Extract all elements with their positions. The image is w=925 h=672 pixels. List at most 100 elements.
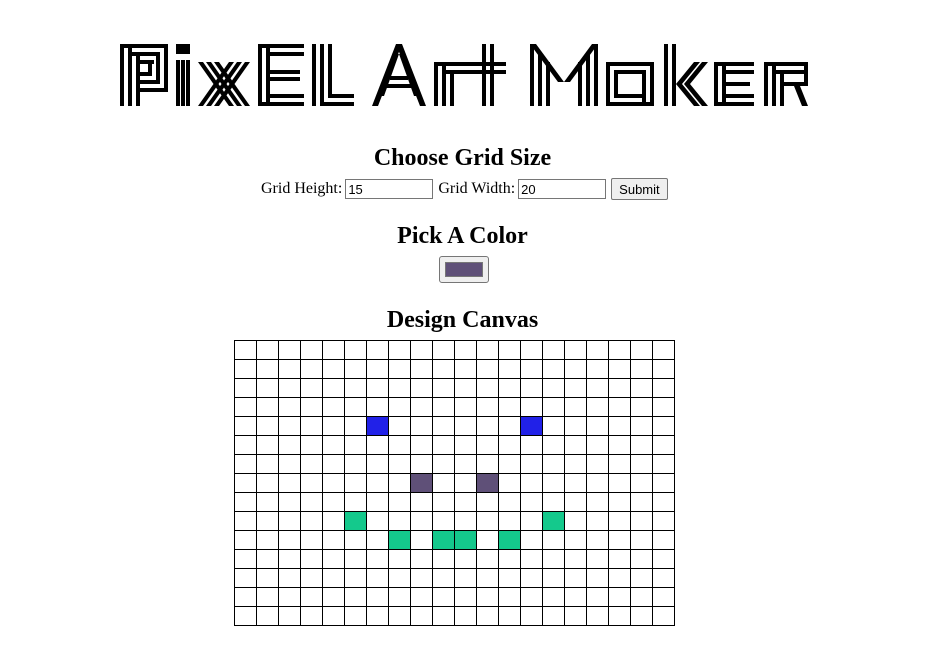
pixel-cell[interactable]: [344, 568, 367, 588]
pixel-cell[interactable]: [630, 492, 653, 512]
pixel-cell[interactable]: [564, 454, 587, 474]
pixel-cell[interactable]: [234, 606, 257, 626]
pixel-cell[interactable]: [542, 473, 565, 493]
pixel-cell[interactable]: [410, 473, 433, 493]
pixel-cell[interactable]: [564, 416, 587, 436]
pixel-cell[interactable]: [388, 378, 411, 398]
pixel-cell[interactable]: [278, 492, 301, 512]
submit-button[interactable]: Submit: [611, 178, 668, 200]
pixel-cell[interactable]: [366, 340, 389, 360]
pixel-cell[interactable]: [278, 397, 301, 417]
pixel-cell[interactable]: [256, 416, 279, 436]
pixel-cell[interactable]: [322, 340, 345, 360]
pixel-cell[interactable]: [652, 606, 675, 626]
pixel-cell[interactable]: [432, 606, 455, 626]
pixel-cell[interactable]: [564, 530, 587, 550]
pixel-cell[interactable]: [498, 359, 521, 379]
pixel-cell[interactable]: [454, 492, 477, 512]
pixel-cell[interactable]: [498, 568, 521, 588]
pixel-cell[interactable]: [256, 340, 279, 360]
pixel-cell[interactable]: [520, 568, 543, 588]
pixel-cell[interactable]: [564, 359, 587, 379]
pixel-cell[interactable]: [432, 549, 455, 569]
pixel-cell[interactable]: [586, 435, 609, 455]
pixel-cell[interactable]: [322, 416, 345, 436]
pixel-cell[interactable]: [542, 530, 565, 550]
pixel-cell[interactable]: [322, 473, 345, 493]
pixel-cell[interactable]: [476, 568, 499, 588]
pixel-cell[interactable]: [234, 473, 257, 493]
pixel-cell[interactable]: [278, 549, 301, 569]
pixel-cell[interactable]: [586, 378, 609, 398]
pixel-cell[interactable]: [388, 549, 411, 569]
pixel-cell[interactable]: [300, 454, 323, 474]
pixel-cell[interactable]: [344, 473, 367, 493]
pixel-cell[interactable]: [630, 530, 653, 550]
pixel-cell[interactable]: [542, 340, 565, 360]
pixel-cell[interactable]: [256, 378, 279, 398]
pixel-cell[interactable]: [652, 530, 675, 550]
pixel-cell[interactable]: [586, 359, 609, 379]
pixel-cell[interactable]: [388, 492, 411, 512]
pixel-cell[interactable]: [410, 530, 433, 550]
pixel-cell[interactable]: [256, 397, 279, 417]
pixel-cell[interactable]: [498, 530, 521, 550]
pixel-cell[interactable]: [630, 511, 653, 531]
pixel-cell[interactable]: [608, 454, 631, 474]
pixel-cell[interactable]: [432, 435, 455, 455]
pixel-cell[interactable]: [344, 359, 367, 379]
pixel-cell[interactable]: [498, 587, 521, 607]
pixel-cell[interactable]: [542, 511, 565, 531]
pixel-cell[interactable]: [278, 340, 301, 360]
pixel-cell[interactable]: [586, 397, 609, 417]
pixel-cell[interactable]: [300, 587, 323, 607]
pixel-cell[interactable]: [300, 606, 323, 626]
pixel-cell[interactable]: [344, 416, 367, 436]
pixel-cell[interactable]: [410, 435, 433, 455]
grid-width-input[interactable]: [518, 179, 607, 199]
pixel-cell[interactable]: [432, 568, 455, 588]
pixel-cell[interactable]: [300, 549, 323, 569]
color-picker[interactable]: [439, 256, 489, 283]
pixel-cell[interactable]: [410, 359, 433, 379]
pixel-cell[interactable]: [256, 530, 279, 550]
pixel-cell[interactable]: [388, 359, 411, 379]
pixel-cell[interactable]: [564, 568, 587, 588]
pixel-cell[interactable]: [366, 397, 389, 417]
pixel-cell[interactable]: [520, 454, 543, 474]
pixel-cell[interactable]: [322, 549, 345, 569]
pixel-cell[interactable]: [564, 435, 587, 455]
pixel-cell[interactable]: [542, 435, 565, 455]
pixel-cell[interactable]: [520, 340, 543, 360]
pixel-cell[interactable]: [454, 378, 477, 398]
pixel-cell[interactable]: [410, 549, 433, 569]
pixel-cell[interactable]: [630, 359, 653, 379]
pixel-cell[interactable]: [630, 340, 653, 360]
pixel-cell[interactable]: [432, 530, 455, 550]
pixel-cell[interactable]: [652, 416, 675, 436]
pixel-cell[interactable]: [520, 416, 543, 436]
pixel-cell[interactable]: [498, 454, 521, 474]
pixel-cell[interactable]: [476, 606, 499, 626]
pixel-cell[interactable]: [652, 435, 675, 455]
pixel-cell[interactable]: [344, 378, 367, 398]
pixel-cell[interactable]: [234, 530, 257, 550]
pixel-cell[interactable]: [300, 492, 323, 512]
pixel-cell[interactable]: [278, 435, 301, 455]
pixel-cell[interactable]: [564, 549, 587, 569]
pixel-cell[interactable]: [256, 511, 279, 531]
pixel-cell[interactable]: [586, 568, 609, 588]
pixel-cell[interactable]: [388, 511, 411, 531]
pixel-cell[interactable]: [542, 359, 565, 379]
pixel-cell[interactable]: [454, 435, 477, 455]
pixel-cell[interactable]: [630, 473, 653, 493]
pixel-cell[interactable]: [256, 492, 279, 512]
pixel-cell[interactable]: [476, 473, 499, 493]
pixel-cell[interactable]: [476, 511, 499, 531]
pixel-cell[interactable]: [322, 454, 345, 474]
pixel-cell[interactable]: [388, 530, 411, 550]
pixel-cell[interactable]: [652, 359, 675, 379]
pixel-cell[interactable]: [388, 340, 411, 360]
pixel-cell[interactable]: [278, 568, 301, 588]
pixel-cell[interactable]: [322, 530, 345, 550]
